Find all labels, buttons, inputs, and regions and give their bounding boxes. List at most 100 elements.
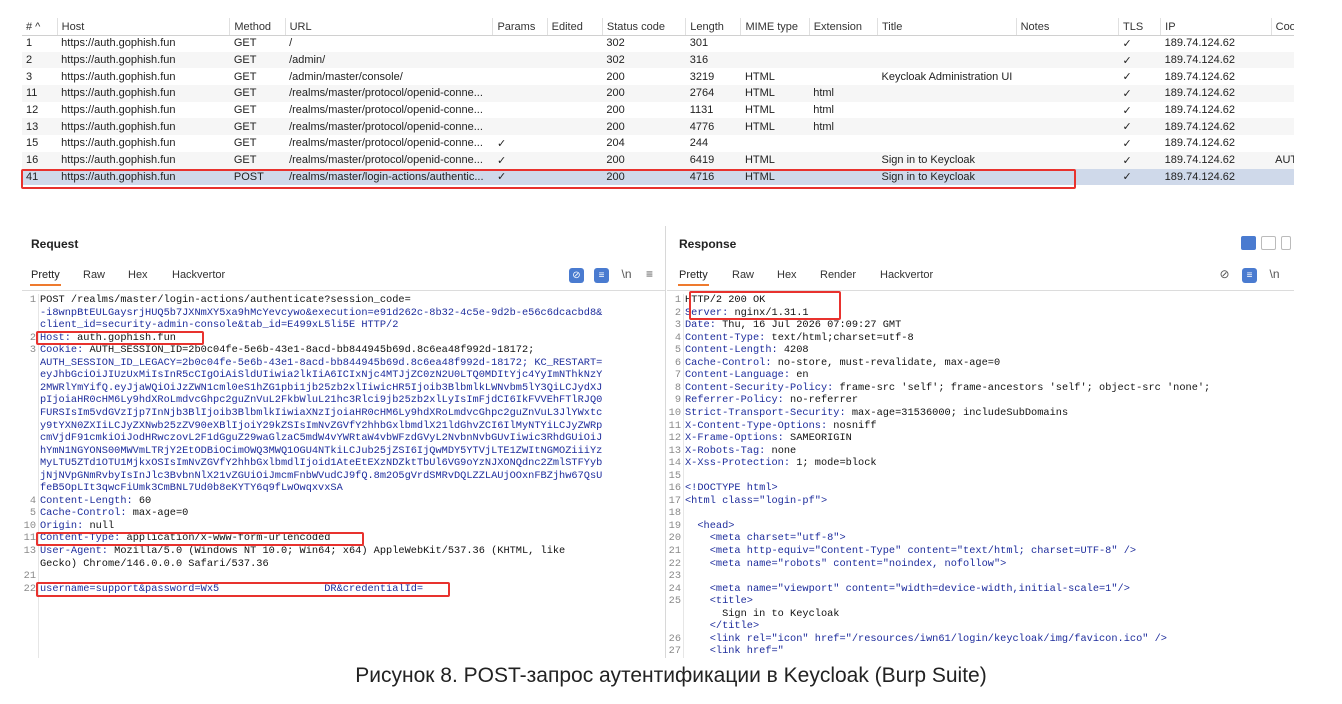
- cell-host: https://auth.gophish.fun: [61, 137, 176, 150]
- cell-edited: [547, 151, 603, 169]
- code-line: hYmN1NGYONS00MWVmLTRjY2EtODBiOCimOWQ3MWQ…: [40, 444, 603, 457]
- column-header[interactable]: Length: [685, 18, 742, 35]
- column-header[interactable]: URL: [285, 18, 494, 35]
- tab-hex[interactable]: Hex: [128, 269, 148, 281]
- cell-edited: [547, 51, 603, 69]
- column-header[interactable]: Title: [877, 18, 1017, 35]
- cell-edited: [547, 135, 602, 152]
- cell-params: [493, 68, 547, 85]
- table-row[interactable]: 3 https://auth.gophish.fun GET/admin/maste…: [22, 68, 1294, 85]
- hide-eye-icon[interactable]: ⊘: [1217, 267, 1232, 282]
- column-header[interactable]: Cook: [1271, 18, 1294, 35]
- tab-pretty[interactable]: Pretty: [678, 269, 709, 286]
- code-line: 2MWRlYmYifQ.eyJjaWQiOiJzZWN1cml0eS1hZG1p…: [40, 381, 603, 394]
- table-row[interactable]: 12 https://auth.gophish.fun GET/realms/mas…: [22, 102, 1294, 119]
- cell-method: GET: [229, 85, 286, 102]
- code-line: Content-Length: 60: [40, 494, 152, 507]
- line-number: 14: [668, 457, 681, 470]
- line-number: 26: [668, 632, 681, 645]
- cell-tls: ✓: [1122, 71, 1132, 84]
- tab-raw[interactable]: Raw: [83, 269, 105, 281]
- column-header[interactable]: MIME type: [740, 18, 810, 35]
- column-header[interactable]: Host: [57, 18, 231, 35]
- cell-url: /realms/master/protocol/openid-conne...: [285, 118, 493, 136]
- table-row[interactable]: 1 https://auth.gophish.fun GET / 302 301 ✓ 189.…: [22, 35, 1294, 52]
- horizontal-view-icon[interactable]: [1261, 236, 1276, 250]
- table-row[interactable]: 11 https://auth.gophish.fun GET/realms/mas…: [22, 85, 1294, 102]
- column-header[interactable]: Method: [229, 18, 286, 35]
- cell-num: 2: [22, 51, 58, 69]
- line-number: 3: [674, 319, 681, 332]
- request-editor[interactable]: 1 POST /realms/master/login-actions/authe…: [22, 294, 665, 658]
- vertical-view-icon[interactable]: [1281, 236, 1291, 250]
- cell-params: [492, 118, 548, 136]
- code-line: <title>: [685, 595, 753, 608]
- hide-eye-icon[interactable]: ⊘: [569, 268, 584, 283]
- cell-url: /admin/: [285, 51, 493, 69]
- table-row[interactable]: 15 https://auth.gophish.fun GET/realms/mas…: [22, 135, 1294, 152]
- cell-num: 3: [26, 70, 33, 83]
- column-header[interactable]: Params: [492, 18, 548, 35]
- table-row[interactable]: 41 https://auth.gophish.fun POST/realms/ma…: [22, 168, 1294, 186]
- newline-toggle-icon[interactable]: \n: [1267, 267, 1282, 282]
- format-list-icon[interactable]: ≡: [594, 268, 609, 283]
- code-line: <head>: [685, 519, 735, 532]
- cell-title: [877, 85, 1017, 102]
- cell-cookie: [1271, 68, 1294, 85]
- code-line: Strict-Transport-Security: max-age=31536…: [685, 406, 1069, 419]
- tab-render[interactable]: Render: [820, 269, 856, 281]
- column-header[interactable]: Edited: [547, 18, 603, 35]
- line-number: 1: [674, 294, 681, 306]
- column-header[interactable]: Extension: [809, 18, 879, 35]
- column-header[interactable]: Status code: [602, 18, 687, 35]
- cell-cookie: [1271, 102, 1294, 119]
- cell-tls: ✓: [1122, 104, 1132, 117]
- tab-hackvertor[interactable]: Hackvertor: [880, 269, 933, 281]
- cell-ip: 189.74.124.62: [1160, 151, 1272, 169]
- tab-hex[interactable]: Hex: [777, 269, 797, 281]
- tab-hackvertor[interactable]: Hackvertor: [172, 269, 225, 281]
- code-line: Sign in to Keycloak: [685, 607, 840, 620]
- menu-icon[interactable]: ≡: [642, 267, 657, 282]
- code-line: feB5OpLIt3qwcFiUmk3CmBNL7Ud0b8eKYTY6q9fL…: [40, 482, 343, 495]
- column-header[interactable]: TLS: [1118, 18, 1162, 35]
- code-line: Content-Type: text/html;charset=utf-8: [685, 331, 914, 344]
- code-line: X-Xss-Protection: 1; mode=block: [685, 457, 877, 470]
- request-tabs: Pretty Raw Hex Hackvertor ⊘ ≡ \n ≡: [22, 266, 665, 288]
- cell-num: 16: [22, 151, 58, 169]
- table-row[interactable]: 2 https://auth.gophish.fun GET/admin/302 31…: [22, 51, 1294, 69]
- line-number: 19: [668, 519, 681, 532]
- column-header[interactable]: # ^: [22, 18, 58, 35]
- code-line: Content-Security-Policy: frame-src 'self…: [685, 381, 1211, 394]
- split-view-icon[interactable]: [1241, 236, 1256, 250]
- cell-status: 200: [602, 85, 686, 102]
- cell-ext: html: [809, 85, 878, 102]
- cell-method: GET: [233, 37, 257, 50]
- code-line: Origin: null: [40, 519, 115, 532]
- cell-num: 13: [22, 118, 58, 136]
- cell-method: GET: [229, 118, 286, 136]
- cell-ip: 189.74.124.62: [1164, 70, 1236, 83]
- line-number: 11: [23, 532, 36, 545]
- column-header[interactable]: IP: [1160, 18, 1272, 35]
- tab-raw[interactable]: Raw: [732, 269, 754, 281]
- code-line: pIjoiaHR0cHM6Ly9hdXRoLmdvcGhpc2guZnVuL2F…: [40, 394, 603, 407]
- cell-cookie: [1271, 118, 1294, 136]
- cell-status: 204: [606, 137, 625, 150]
- cell-url: /realms/master/protocol/openid-conne...: [285, 151, 493, 169]
- table-row[interactable]: 16 https://auth.gophish.fun GET/realms/mas…: [22, 151, 1294, 169]
- line-number: 7: [674, 369, 681, 382]
- cell-cookie: AUTH: [1271, 151, 1294, 169]
- cell-params: [492, 85, 548, 102]
- format-list-icon[interactable]: ≡: [1242, 268, 1257, 283]
- header-divider: [22, 35, 1294, 36]
- column-header[interactable]: Notes: [1016, 18, 1120, 35]
- table-row[interactable]: 13 https://auth.gophish.fun GET/realms/mas…: [22, 118, 1294, 136]
- cell-length: 1131: [689, 104, 714, 117]
- cell-ext: [809, 51, 878, 69]
- newline-toggle-icon[interactable]: \n: [619, 267, 634, 282]
- tabs-divider: [667, 290, 1294, 291]
- tab-pretty[interactable]: Pretty: [30, 269, 61, 286]
- response-editor[interactable]: 1 HTTP/2 200 OK 2 Server: nginx/1.31.1 3 Date…: [667, 294, 1294, 658]
- line-number: 8: [674, 381, 681, 394]
